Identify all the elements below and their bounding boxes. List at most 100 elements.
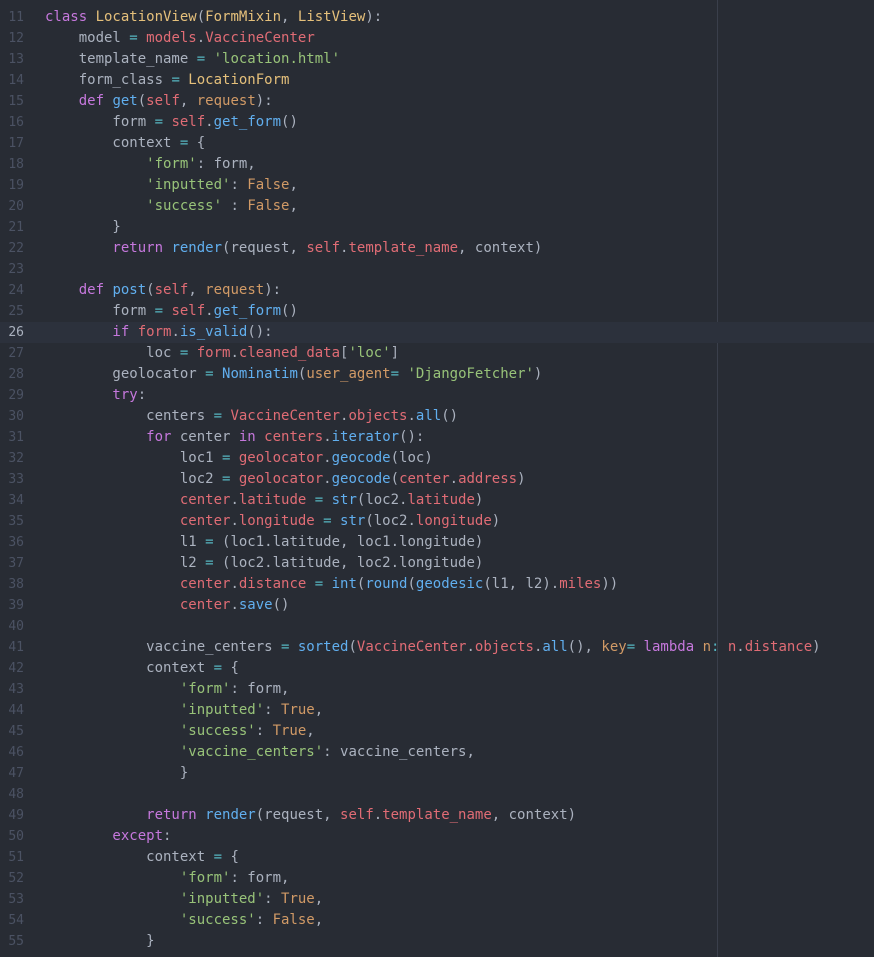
code-line[interactable]: 43 'form': form, bbox=[0, 679, 874, 700]
code-line[interactable]: 45 'success': True, bbox=[0, 721, 874, 742]
code-text[interactable]: def post(self, request): bbox=[45, 280, 281, 301]
code-line[interactable]: 11 class LocationView(FormMixin, ListView… bbox=[0, 7, 874, 28]
code-line[interactable]: 22 return render(request, self.template_… bbox=[0, 238, 874, 259]
code-token: 'inputted' bbox=[45, 702, 265, 718]
code-token: False bbox=[247, 177, 290, 193]
code-line[interactable]: 37 l2 = (loc2.latitude, loc2.longitude) bbox=[0, 553, 874, 574]
code-line[interactable]: 39 center.save() bbox=[0, 595, 874, 616]
code-line[interactable]: 29 try: bbox=[0, 385, 874, 406]
code-text[interactable]: except: bbox=[45, 826, 171, 847]
code-text[interactable]: for center in centers.iterator(): bbox=[45, 427, 424, 448]
code-line[interactable]: 26 if form.is_valid(): bbox=[0, 322, 874, 343]
code-text[interactable]: 'vaccine_centers': vaccine_centers, bbox=[45, 742, 475, 763]
code-line[interactable]: 52 'form': form, bbox=[0, 868, 874, 889]
code-text[interactable]: form = self.get_form() bbox=[45, 112, 297, 133]
code-line[interactable]: 36 l1 = (loc1.latitude, loc1.longitude) bbox=[0, 532, 874, 553]
code-line[interactable]: 50 except: bbox=[0, 826, 874, 847]
code-line[interactable]: 27 loc = form.cleaned_data['loc'] bbox=[0, 343, 874, 364]
code-lines[interactable]: 10 11class LocationView(FormMixin, ListV… bbox=[0, 0, 874, 952]
code-line[interactable]: 48 bbox=[0, 784, 874, 805]
code-line[interactable]: 47 } bbox=[0, 763, 874, 784]
code-line[interactable]: 44 'inputted': True, bbox=[0, 700, 874, 721]
code-text[interactable]: loc1 = geolocator.geocode(loc) bbox=[45, 448, 433, 469]
code-text[interactable]: 'form': form, bbox=[45, 868, 290, 889]
code-line[interactable]: 15 def get(self, request): bbox=[0, 91, 874, 112]
code-line[interactable]: 17 context = { bbox=[0, 133, 874, 154]
code-line[interactable]: 16 form = self.get_form() bbox=[0, 112, 874, 133]
code-line[interactable]: 46 'vaccine_centers': vaccine_centers, bbox=[0, 742, 874, 763]
code-line[interactable]: 18 'form': form, bbox=[0, 154, 874, 175]
code-text[interactable]: context = { bbox=[45, 658, 239, 679]
code-text[interactable]: if form.is_valid(): bbox=[45, 322, 272, 343]
code-text[interactable]: 'form': form, bbox=[45, 679, 290, 700]
code-text[interactable]: return render(request, self.template_nam… bbox=[45, 238, 542, 259]
code-line[interactable]: 14 form_class = LocationForm bbox=[0, 70, 874, 91]
code-line[interactable]: 25 form = self.get_form() bbox=[0, 301, 874, 322]
code-text[interactable]: model = models.VaccineCenter bbox=[45, 28, 315, 49]
line-number: 51 bbox=[8, 850, 24, 865]
code-text[interactable]: 'inputted': False, bbox=[45, 175, 298, 196]
code-line[interactable]: 38 center.distance = int(round(geodesic(… bbox=[0, 574, 874, 595]
code-line[interactable]: 20 'success' : False, bbox=[0, 196, 874, 217]
code-text[interactable]: } bbox=[45, 763, 188, 784]
code-text[interactable]: form_class = LocationForm bbox=[45, 70, 290, 91]
code-text[interactable]: form = self.get_form() bbox=[45, 301, 297, 322]
code-text[interactable]: center.distance = int(round(geodesic(l1,… bbox=[45, 574, 618, 595]
code-text[interactable] bbox=[45, 0, 441, 7]
code-line[interactable]: 49 return render(request, self.template_… bbox=[0, 805, 874, 826]
code-token: return bbox=[45, 807, 206, 823]
code-line[interactable]: 55 } bbox=[0, 931, 874, 952]
code-text[interactable]: 'inputted': True, bbox=[45, 889, 323, 910]
code-editor[interactable]: 10 11class LocationView(FormMixin, ListV… bbox=[0, 0, 874, 957]
code-text[interactable]: 'success' : False, bbox=[45, 196, 298, 217]
code-text[interactable]: 'form': form, bbox=[45, 154, 256, 175]
code-text[interactable]: center.save() bbox=[45, 595, 290, 616]
code-text[interactable]: l2 = (loc2.latitude, loc2.longitude) bbox=[45, 553, 483, 574]
code-token: . bbox=[230, 576, 239, 592]
code-text[interactable]: center.longitude = str(loc2.longitude) bbox=[45, 511, 500, 532]
code-line[interactable]: 53 'inputted': True, bbox=[0, 889, 874, 910]
code-text[interactable]: def get(self, request): bbox=[45, 91, 273, 112]
code-line[interactable]: 51 context = { bbox=[0, 847, 874, 868]
code-line[interactable]: 40 bbox=[0, 616, 874, 637]
code-text[interactable]: center.latitude = str(loc2.latitude) bbox=[45, 490, 483, 511]
code-text[interactable]: loc2 = geolocator.geocode(center.address… bbox=[45, 469, 526, 490]
code-line[interactable]: 33 loc2 = geolocator.geocode(center.addr… bbox=[0, 469, 874, 490]
code-line[interactable]: 23 bbox=[0, 259, 874, 280]
code-line[interactable]: 35 center.longitude = str(loc2.longitude… bbox=[0, 511, 874, 532]
code-token: get bbox=[112, 93, 138, 109]
code-token: try bbox=[45, 387, 138, 403]
code-text[interactable]: context = { bbox=[45, 133, 205, 154]
code-text[interactable]: l1 = (loc1.latitude, loc1.longitude) bbox=[45, 532, 483, 553]
code-line[interactable]: 19 'inputted': False, bbox=[0, 175, 874, 196]
code-line[interactable]: 12 model = models.VaccineCenter bbox=[0, 28, 874, 49]
code-line[interactable]: 42 context = { bbox=[0, 658, 874, 679]
code-text[interactable]: return render(request, self.template_nam… bbox=[45, 805, 576, 826]
code-text[interactable]: } bbox=[45, 217, 120, 238]
code-text[interactable]: 'success': True, bbox=[45, 721, 315, 742]
code-text[interactable]: centers = VaccineCenter.objects.all() bbox=[45, 406, 458, 427]
code-text[interactable]: try: bbox=[45, 385, 146, 406]
code-text[interactable]: vaccine_centers = sorted(VaccineCenter.o… bbox=[45, 637, 820, 658]
code-line[interactable]: 24 def post(self, request): bbox=[0, 280, 874, 301]
code-line[interactable]: 34 center.latitude = str(loc2.latitude) bbox=[0, 490, 874, 511]
code-line[interactable]: 28 geolocator = Nominatim(user_agent= 'D… bbox=[0, 364, 874, 385]
code-text[interactable]: } bbox=[45, 931, 154, 952]
code-text[interactable]: 'inputted': True, bbox=[45, 700, 323, 721]
code-line[interactable]: 32 loc1 = geolocator.geocode(loc) bbox=[0, 448, 874, 469]
code-token: 'DjangoFetcher' bbox=[399, 366, 534, 382]
code-text[interactable]: geolocator = Nominatim(user_agent= 'Djan… bbox=[45, 364, 542, 385]
code-line[interactable]: 10 bbox=[0, 0, 874, 7]
code-token: ) bbox=[474, 492, 484, 508]
code-line[interactable]: 30 centers = VaccineCenter.objects.all() bbox=[0, 406, 874, 427]
code-line[interactable]: 21 } bbox=[0, 217, 874, 238]
code-text[interactable]: loc = form.cleaned_data['loc'] bbox=[45, 343, 399, 364]
code-text[interactable]: context = { bbox=[45, 847, 239, 868]
code-line[interactable]: 31 for center in centers.iterator(): bbox=[0, 427, 874, 448]
code-line[interactable]: 13 template_name = 'location.html' bbox=[0, 49, 874, 70]
code-text[interactable]: 'success': False, bbox=[45, 910, 323, 931]
code-line[interactable]: 54 'success': False, bbox=[0, 910, 874, 931]
code-line[interactable]: 41 vaccine_centers = sorted(VaccineCente… bbox=[0, 637, 874, 658]
code-text[interactable]: template_name = 'location.html' bbox=[45, 49, 340, 70]
code-text[interactable]: class LocationView(FormMixin, ListView): bbox=[45, 7, 382, 28]
